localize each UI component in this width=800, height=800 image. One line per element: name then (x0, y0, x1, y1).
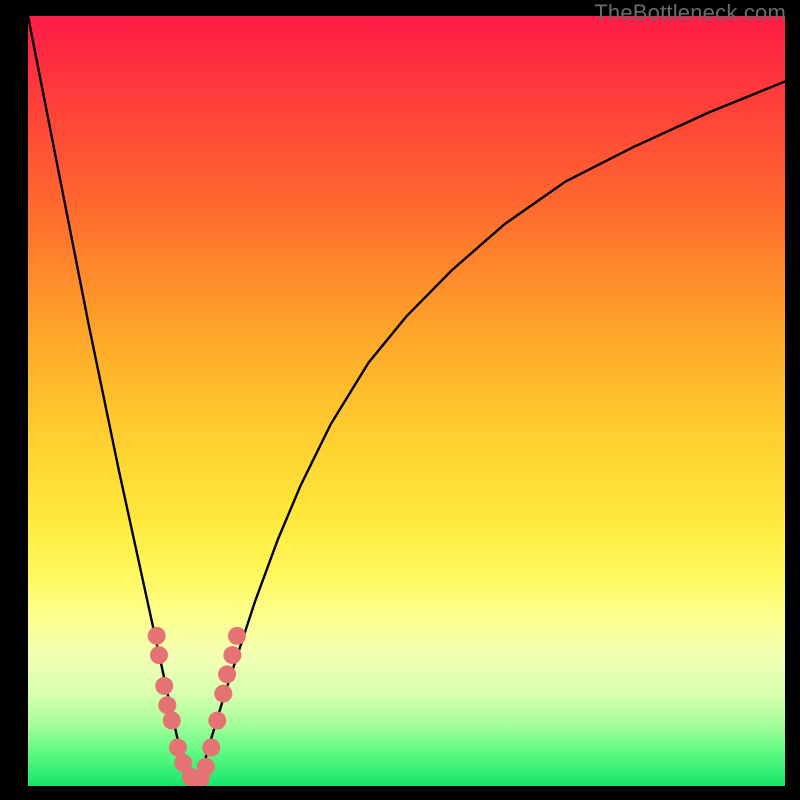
marker-group (148, 627, 246, 786)
bottleneck-curve (28, 16, 785, 786)
chart-svg (28, 16, 785, 786)
data-marker (208, 712, 226, 730)
data-marker (202, 739, 220, 757)
data-marker (163, 712, 181, 730)
watermark-text: TheBottleneck.com (594, 0, 786, 26)
data-marker (158, 696, 176, 714)
data-marker (218, 665, 236, 683)
data-marker (148, 627, 166, 645)
data-marker (197, 758, 215, 776)
plot-area (28, 16, 785, 786)
data-marker (214, 685, 232, 703)
data-marker (228, 627, 246, 645)
data-marker (150, 646, 168, 664)
chart-frame: TheBottleneck.com (0, 0, 800, 800)
data-marker (155, 677, 173, 695)
data-marker (169, 739, 187, 757)
data-marker (223, 646, 241, 664)
